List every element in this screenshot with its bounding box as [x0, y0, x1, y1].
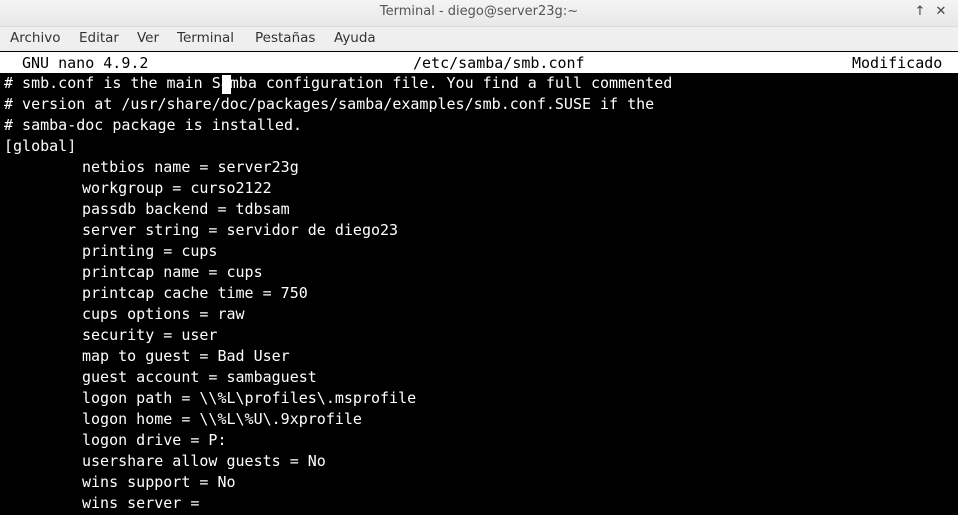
file-line: # version at /usr/share/doc/packages/sam…	[4, 95, 655, 113]
file-line: # smb.conf is the main Samba configurati…	[4, 74, 673, 92]
file-line: printcap cache time = 750	[82, 284, 308, 302]
menu-bar: Archivo Editar Ver Terminal Pestañas Ayu…	[0, 27, 958, 51]
menu-terminal[interactable]: Terminal	[177, 30, 234, 46]
nano-title-bar: GNU nano 4.9.2 /etc/samba/smb.conf Modif…	[0, 52, 958, 73]
menu-archivo[interactable]: Archivo	[10, 30, 60, 46]
file-line: workgroup = curso2122	[82, 179, 272, 197]
file-line: cups options = raw	[82, 305, 245, 323]
file-line: guest account = sambaguest	[82, 368, 317, 386]
menu-ayuda[interactable]: Ayuda	[334, 30, 376, 46]
file-line: usershare allow guests = No	[82, 452, 326, 470]
file-line: printcap name = cups	[82, 263, 263, 281]
file-line: logon drive = P:	[82, 431, 227, 449]
terminal-content[interactable]: GNU nano 4.9.2 /etc/samba/smb.conf Modif…	[0, 52, 958, 515]
file-line: [global]	[4, 137, 77, 155]
file-line: logon home = \\%L\%U\.9xprofile	[82, 410, 362, 428]
keep-above-icon[interactable]: ↑	[911, 3, 929, 21]
menu-pestanas[interactable]: Pestañas	[255, 30, 315, 46]
menu-ver[interactable]: Ver	[137, 30, 159, 46]
window-title: Terminal - diego@server23g:~	[379, 4, 579, 19]
nano-filename: /etc/samba/smb.conf	[413, 54, 585, 72]
file-line: map to guest = Bad User	[82, 347, 290, 365]
text-cursor	[222, 75, 231, 94]
file-line: logon path = \\%L\profiles\.msprofile	[82, 389, 417, 407]
file-line: passdb backend = tdbsam	[82, 200, 290, 218]
title-bar[interactable]: Terminal - diego@server23g:~ ↑ ✕	[0, 0, 958, 27]
file-line: security = user	[82, 326, 218, 344]
menu-editar[interactable]: Editar	[79, 30, 119, 46]
file-line: # samba-doc package is installed.	[4, 116, 303, 134]
file-line: server string = servidor de diego23	[82, 221, 399, 239]
terminal-window: Terminal - diego@server23g:~ ↑ ✕ Archivo…	[0, 0, 958, 515]
file-line: wins support = No	[82, 473, 236, 491]
file-line: wins server =	[82, 494, 200, 512]
nano-version: GNU nano 4.9.2	[22, 54, 149, 72]
close-icon[interactable]: ✕	[932, 3, 950, 21]
file-line: printing = cups	[82, 242, 218, 260]
editor-buffer[interactable]: # smb.conf is the main Samba configurati…	[0, 73, 958, 512]
file-line: netbios name = server23g	[82, 158, 299, 176]
nano-modified-status: Modificado	[852, 54, 943, 72]
